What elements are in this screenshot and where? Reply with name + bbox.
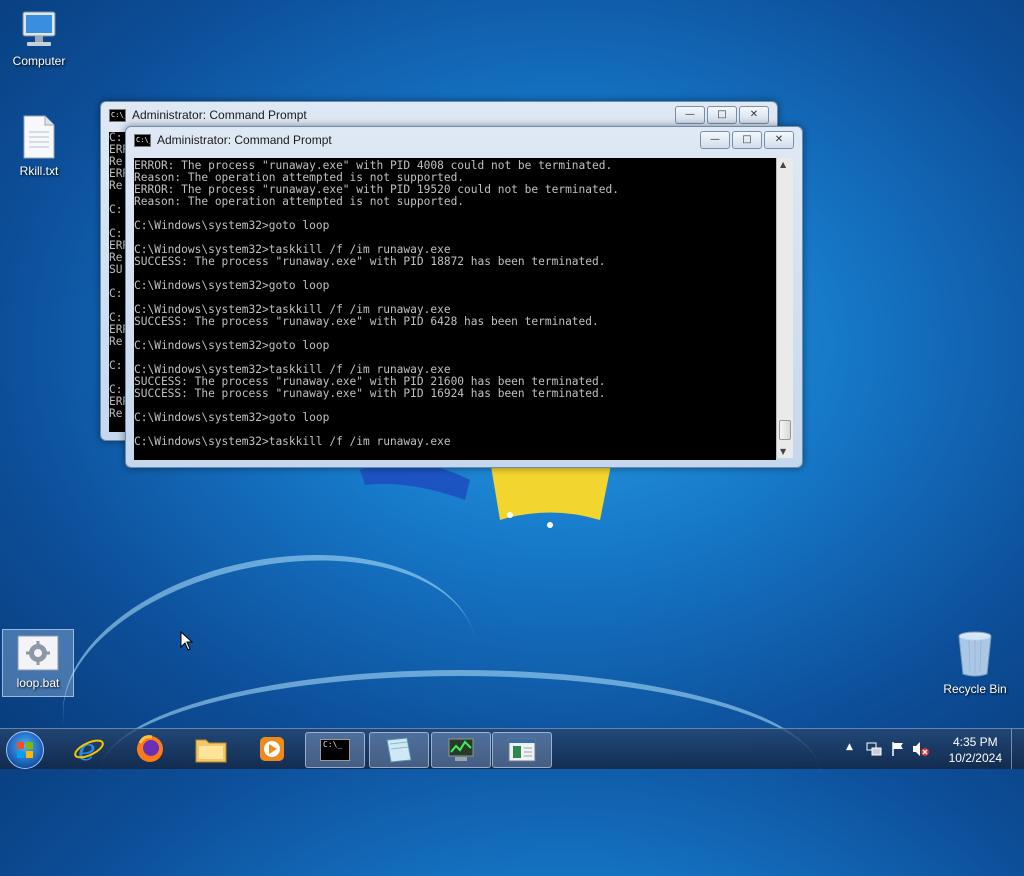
command-prompt-icon: C:\_ [320,739,350,761]
desktop-icon-label: loop.bat [16,676,60,690]
svg-text:e: e [78,733,96,765]
taskbar-internet-explorer[interactable]: e [60,732,118,766]
notepad-icon [386,737,412,763]
desktop-icon-computer[interactable]: Computer [4,8,74,68]
show-hidden-icons-chevron-icon[interactable]: ▲ [846,742,853,752]
computer-icon [17,8,61,50]
close-button[interactable]: ✕ [764,131,794,149]
mouse-cursor-icon [180,631,194,651]
firefox-icon [137,735,163,762]
desktop-icon-loop-bat[interactable]: loop.bat [2,629,74,697]
taskbar-command-prompt[interactable]: C:\_ [305,732,365,768]
task-manager-icon [448,738,474,761]
scrollbar-thumb[interactable] [779,420,791,440]
taskbar-task-manager[interactable] [431,732,491,768]
taskbar-file-explorer[interactable] [182,732,240,766]
action-center-flag-icon[interactable] [890,741,906,757]
front-command-prompt-window[interactable]: C:\_ Administrator: Command Prompt — □ ✕… [125,126,803,468]
window-title: Administrator: Command Prompt [132,108,307,122]
console-line: C:\Windows\system32>goto loop [134,219,330,232]
wallpaper-swoosh [100,670,820,876]
show-desktop-button[interactable] [1011,729,1024,769]
minimize-button[interactable]: — [675,106,705,124]
maximize-button[interactable]: □ [707,106,737,124]
vertical-scrollbar[interactable]: ▲ ▼ [776,158,793,458]
desktop-icon-label: Recycle Bin [943,682,1007,696]
taskbar-application[interactable] [492,732,552,768]
console-line: SUCCESS: The process "runaway.exe" with … [134,315,599,328]
command-prompt-icon: C:\_ [109,108,126,122]
application-icon [508,738,536,762]
text-file-icon [21,114,57,160]
file-explorer-icon [195,739,227,763]
taskbar: e C:\_ ▲ 4:35 PM 10/2/2024 [0,728,1024,769]
minimize-button[interactable]: — [700,131,730,149]
internet-explorer-icon: e [74,733,104,765]
taskbar-media-player[interactable] [243,732,301,766]
system-clock[interactable]: 4:35 PM 10/2/2024 [949,734,1002,766]
volume-muted-icon[interactable] [912,741,930,757]
window-title: Administrator: Command Prompt [157,133,332,147]
command-prompt-icon: C:\_ [134,133,151,147]
desktop: { "desktop": { "icons": { "computer": "C… [0,0,1024,847]
desktop-icon-recycle-bin[interactable]: Recycle Bin [940,630,1010,696]
scroll-up-arrow[interactable]: ▲ [780,160,786,169]
batch-file-icon [16,630,60,672]
clock-date: 10/2/2024 [948,751,1002,765]
scroll-down-arrow[interactable]: ▼ [780,447,786,456]
media-player-icon [260,737,284,761]
close-button[interactable]: ✕ [739,106,769,124]
windows-start-icon[interactable] [6,731,44,769]
console-line: C:\Windows\system32>goto loop [134,279,330,292]
console-line: SUCCESS: The process "runaway.exe" with … [134,255,606,268]
console-line: C:\Windows\system32>goto loop [134,339,330,352]
desktop-icon-rkill[interactable]: Rkill.txt [4,114,74,178]
desktop-icon-label: Rkill.txt [19,164,59,178]
taskbar-notepad[interactable] [369,732,429,768]
recycle-bin-icon [955,630,995,678]
clock-time: 4:35 PM [952,735,998,749]
console-line: SUCCESS: The process "runaway.exe" with … [134,387,606,400]
console-line: Reason: The operation attempted is not s… [134,195,465,208]
console-line: C:\Windows\system32>taskkill /f /im runa… [134,435,451,448]
taskbar-firefox[interactable] [121,732,179,766]
console-line: C:\Windows\system32>goto loop [134,411,330,424]
desktop-icon-label: Computer [12,54,66,68]
console-output[interactable]: ERROR: The process "runaway.exe" with PI… [134,158,776,460]
maximize-button[interactable]: □ [732,131,762,149]
network-icon[interactable] [866,741,882,757]
